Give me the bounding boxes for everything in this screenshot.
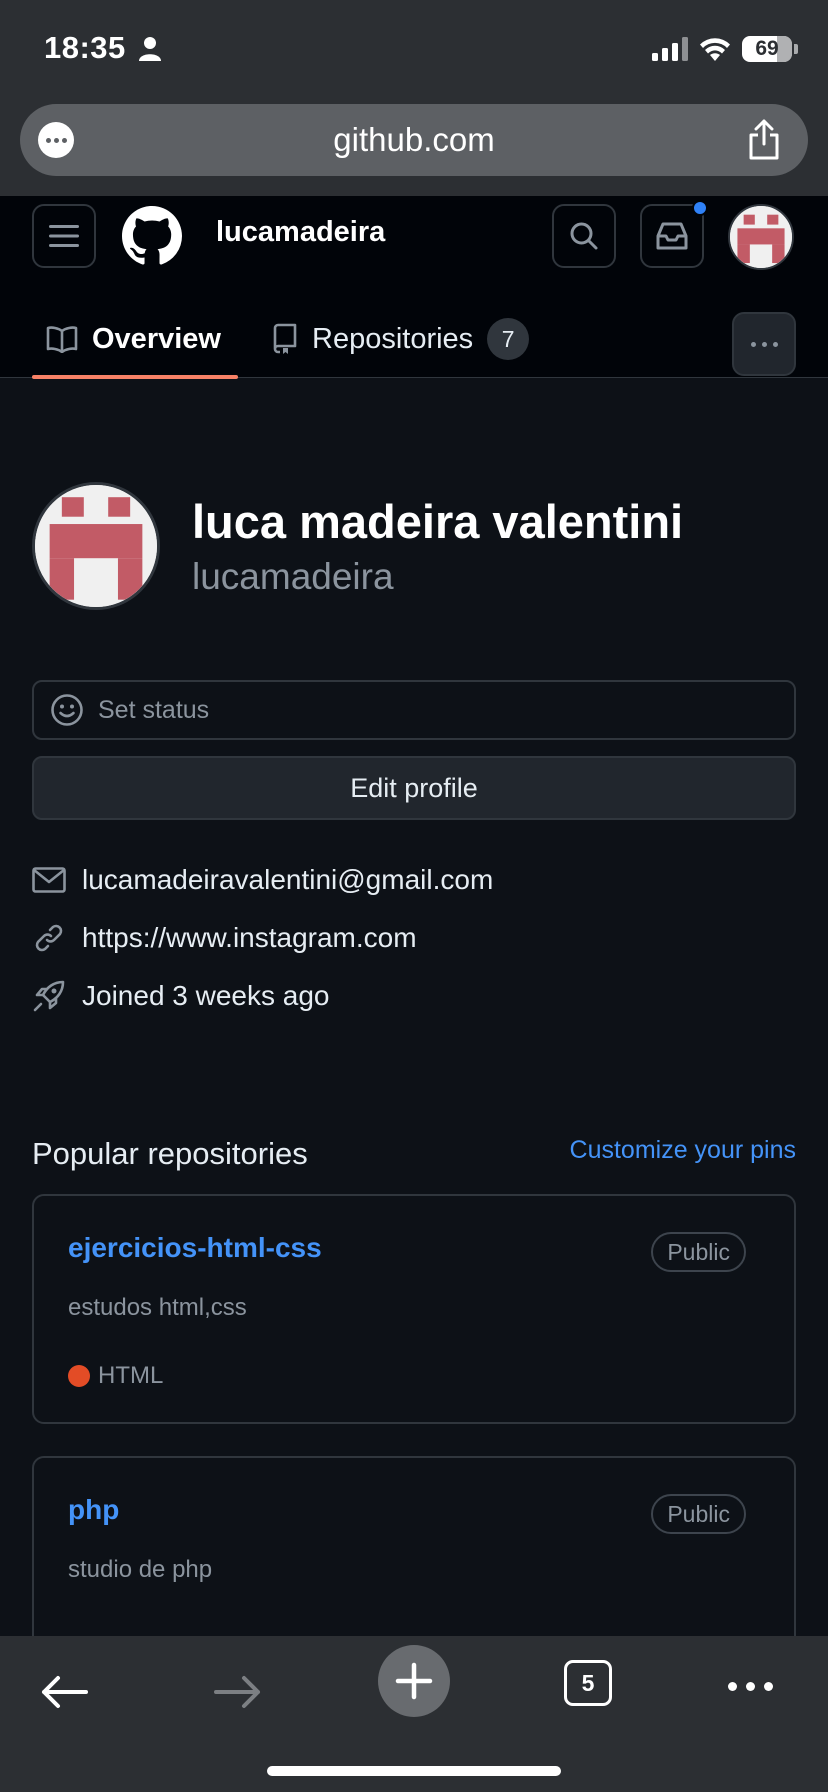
tab-repositories-label: Repositories xyxy=(312,322,474,355)
github-header: lucamadeira Overview Repositories 7 xyxy=(0,196,828,379)
repo-language: HTML xyxy=(68,1362,163,1390)
home-indicator xyxy=(267,1766,561,1776)
profile-login: lucamadeira xyxy=(192,556,394,597)
browser-bottom-toolbar: 5 xyxy=(0,1636,828,1792)
new-tab-button[interactable] xyxy=(378,1645,450,1717)
profile-joined: Joined 3 weeks ago xyxy=(82,980,330,1011)
forward-button[interactable] xyxy=(208,1662,268,1722)
forward-arrow-icon xyxy=(214,1676,260,1708)
notifications-button[interactable] xyxy=(640,200,708,268)
repositories-count-badge: 7 xyxy=(487,318,530,360)
search-button[interactable] xyxy=(552,204,616,268)
edit-profile-button[interactable]: Edit profile xyxy=(32,756,796,820)
page-menu-icon[interactable] xyxy=(38,122,74,158)
back-arrow-icon xyxy=(42,1676,88,1708)
wifi-icon xyxy=(700,38,730,61)
repo-card: ejercicios-html-css Public estudos html,… xyxy=(32,1194,796,1424)
battery-indicator: 69 xyxy=(742,36,798,62)
github-logo-icon[interactable] xyxy=(122,206,182,266)
popular-repositories-heading: Popular repositories xyxy=(32,1136,308,1171)
share-icon[interactable] xyxy=(746,118,782,160)
search-icon xyxy=(570,222,598,250)
profile-joined-row: Joined 3 weeks ago xyxy=(32,976,330,1016)
identicon-avatar-icon xyxy=(730,206,792,268)
repo-visibility-badge: Public xyxy=(651,1232,746,1272)
more-options-icon[interactable] xyxy=(722,1666,778,1706)
repo-description: estudos html,css xyxy=(68,1294,247,1321)
profile-website-link[interactable]: https://www.instagram.com xyxy=(82,922,417,954)
smiley-icon xyxy=(51,694,83,726)
status-time: 18:35 xyxy=(44,30,126,65)
link-icon xyxy=(35,924,63,952)
tab-overview[interactable]: Overview xyxy=(32,300,238,379)
tab-switcher-button[interactable]: 5 xyxy=(564,1660,612,1706)
profile-website-row: https://www.instagram.com xyxy=(32,918,417,958)
book-icon xyxy=(46,326,78,353)
repo-language-label: HTML xyxy=(98,1362,164,1389)
tab-repositories[interactable]: Repositories 7 xyxy=(272,300,530,378)
avatar[interactable] xyxy=(728,204,794,270)
repo-visibility-badge: Public xyxy=(651,1494,746,1534)
profile-avatar[interactable] xyxy=(32,482,160,610)
mail-icon xyxy=(32,867,66,893)
repo-description: studio de php xyxy=(68,1556,213,1583)
status-bar: 18:35 69 xyxy=(0,0,828,100)
repo-name-link[interactable]: ejercicios-html-css xyxy=(68,1232,322,1264)
back-button[interactable] xyxy=(34,1662,94,1722)
customize-pins-link[interactable]: Customize your pins xyxy=(570,1136,796,1165)
tab-overview-label: Overview xyxy=(92,322,221,355)
repo-name-link[interactable]: php xyxy=(68,1494,119,1526)
more-tabs-button[interactable] xyxy=(732,312,796,376)
repo-icon xyxy=(273,323,297,354)
language-color-dot xyxy=(68,1365,90,1387)
header-username[interactable]: lucamadeira xyxy=(216,216,385,249)
profile-email[interactable]: lucamadeiravalentini@gmail.com xyxy=(82,864,493,896)
set-status-button[interactable]: Set status xyxy=(32,680,796,740)
set-status-label: Set status xyxy=(98,695,210,724)
person-icon xyxy=(139,37,161,61)
inbox-icon xyxy=(656,222,688,250)
url-text[interactable]: github.com xyxy=(20,104,808,176)
menu-button[interactable] xyxy=(32,204,96,268)
plus-icon xyxy=(395,1662,433,1700)
menu-icon xyxy=(49,225,79,247)
address-bar[interactable]: github.com xyxy=(20,104,808,176)
profile-full-name: luca madeira valentini xyxy=(192,495,684,548)
cellular-signal-icon xyxy=(652,37,688,61)
notification-dot xyxy=(692,200,708,216)
profile-tabs: Overview Repositories 7 xyxy=(0,300,828,379)
profile-email-row: lucamadeiravalentini@gmail.com xyxy=(32,860,493,900)
rocket-icon xyxy=(33,980,65,1012)
identicon-avatar-icon xyxy=(35,485,157,607)
browser-top-chrome: 18:35 69 github.com xyxy=(0,0,828,196)
status-indicators: 69 xyxy=(652,34,798,64)
